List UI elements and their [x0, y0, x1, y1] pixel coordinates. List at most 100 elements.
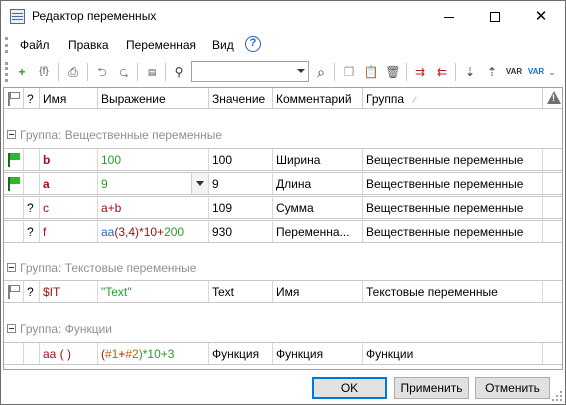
redo-icon[interactable]: ⮎: [113, 61, 135, 83]
chevron-down-icon[interactable]: [191, 173, 208, 194]
table-row[interactable]: b 100 100 Ширина Вещественные переменные: [4, 148, 562, 171]
flag-cell[interactable]: [4, 149, 24, 170]
add-function-icon[interactable]: {f}: [33, 61, 55, 83]
flag-cell[interactable]: [4, 173, 24, 194]
comment-cell[interactable]: Сумма: [273, 197, 363, 218]
ok-button[interactable]: OK: [312, 377, 387, 399]
app-table-icon: [10, 9, 25, 24]
header-flag[interactable]: [4, 88, 24, 109]
comment-cell[interactable]: Переменна...: [273, 221, 363, 242]
undo-icon[interactable]: ⮌: [91, 61, 113, 83]
table-row[interactable]: a 9 9 Длина Вещественные переменные: [4, 172, 562, 195]
flag-icon: [8, 92, 20, 106]
copy-icon[interactable]: ❐: [338, 61, 360, 83]
flag-cell[interactable]: [4, 197, 24, 218]
cancel-button[interactable]: Отменить: [475, 377, 550, 399]
header-expression[interactable]: Выражение: [98, 88, 209, 109]
collapse-icon[interactable]: [7, 263, 16, 272]
group-label: Группа: Текстовые переменные: [20, 261, 197, 275]
question-cell: ?: [24, 221, 40, 242]
name-cell[interactable]: c: [40, 197, 98, 218]
name-cell[interactable]: aa ( ): [40, 343, 98, 364]
sort-indicator-icon: ⁄: [414, 95, 416, 105]
import-icon[interactable]: ⇇: [431, 61, 453, 83]
expression-cell[interactable]: 9: [98, 173, 209, 194]
header-warning[interactable]: [543, 88, 562, 109]
warning-cell: [543, 281, 562, 302]
window-title: Редактор переменных: [32, 9, 157, 23]
menu-grip[interactable]: [5, 37, 8, 53]
maximize-button[interactable]: [472, 1, 518, 32]
group-cell[interactable]: Функции: [363, 343, 543, 364]
search-combo[interactable]: [191, 61, 309, 82]
expression-cell[interactable]: a+b: [98, 197, 209, 218]
export-icon[interactable]: ⇉: [409, 61, 431, 83]
header-value[interactable]: Значение: [209, 88, 273, 109]
close-button[interactable]: ✕: [518, 1, 564, 32]
name-cell[interactable]: $IT: [40, 281, 98, 302]
menu-variable[interactable]: Переменная: [126, 38, 196, 52]
comment-cell[interactable]: Ширина: [273, 149, 363, 170]
value-cell: 930: [209, 221, 273, 242]
sort-asc-icon[interactable]: ⇣: [459, 61, 481, 83]
table-row[interactable]: ? f aa(3,4)*10+200 930 Переменна... Веще…: [4, 220, 562, 243]
collapse-icon[interactable]: [7, 130, 16, 139]
menu-edit[interactable]: Правка: [68, 38, 109, 52]
maximize-icon: [490, 12, 500, 23]
name-cell[interactable]: f: [40, 221, 98, 242]
group-cell[interactable]: Текстовые переменные: [363, 281, 543, 302]
var-icon[interactable]: VAR: [503, 61, 525, 83]
group-header[interactable]: Группа: Текстовые переменные: [4, 257, 562, 279]
toolbar-grip[interactable]: [5, 62, 8, 82]
apply-button[interactable]: Применить: [394, 377, 469, 399]
group-header[interactable]: Группа: Функции: [4, 318, 562, 340]
name-cell[interactable]: b: [40, 149, 98, 170]
group-cell[interactable]: Вещественные переменные: [363, 197, 543, 218]
minimize-button[interactable]: [426, 1, 472, 32]
table-row[interactable]: ? c a+b 109 Сумма Вещественные переменны…: [4, 196, 562, 219]
flag-cell[interactable]: [4, 281, 24, 302]
warning-cell: [543, 173, 562, 194]
toolbar-overflow-icon[interactable]: ⌄: [545, 61, 559, 83]
value-cell: 9: [209, 173, 273, 194]
expression-cell[interactable]: aa(3,4)*10+200: [98, 221, 209, 242]
group-cell[interactable]: Вещественные переменные: [363, 173, 543, 194]
find-icon[interactable]: ⚲: [168, 61, 190, 83]
header-question[interactable]: ?: [24, 88, 40, 109]
search-icon[interactable]: ⌕: [310, 61, 332, 83]
add-variable-icon[interactable]: +: [11, 61, 33, 83]
flag-cell[interactable]: [4, 221, 24, 242]
expression-cell[interactable]: (#1+#2)*10+3: [98, 343, 209, 364]
group-cell[interactable]: Вещественные переменные: [363, 149, 543, 170]
name-cell[interactable]: a: [40, 173, 98, 194]
warning-cell: [543, 197, 562, 218]
header-group[interactable]: Группа ⁄: [363, 88, 543, 109]
group-header[interactable]: Группа: Вещественные переменные: [4, 124, 562, 146]
group-label: Группа: Вещественные переменные: [20, 128, 223, 142]
comment-cell[interactable]: Функция: [273, 343, 363, 364]
menu-file[interactable]: Файл: [20, 38, 50, 52]
group-cell[interactable]: Вещественные переменные: [363, 221, 543, 242]
print-icon[interactable]: ⎙: [62, 61, 84, 83]
header-comment[interactable]: Комментарий: [273, 88, 363, 109]
comment-cell[interactable]: Длина: [273, 173, 363, 194]
expression-param-1: #1: [105, 347, 119, 361]
collapse-icon[interactable]: [7, 324, 16, 333]
question-cell: [24, 343, 40, 364]
paste-icon[interactable]: 📋: [360, 61, 382, 83]
menu-view[interactable]: Вид: [212, 38, 234, 52]
expression-cell[interactable]: 100: [98, 149, 209, 170]
comment-cell[interactable]: Имя: [273, 281, 363, 302]
help-icon[interactable]: ?: [245, 36, 261, 52]
chevron-down-icon[interactable]: [297, 69, 305, 73]
var-check-icon[interactable]: VAR: [525, 61, 547, 83]
properties-icon[interactable]: ▤: [141, 61, 163, 83]
flag-cell[interactable]: [4, 343, 24, 364]
table-row[interactable]: ? $IT "Text" Text Имя Текстовые переменн…: [4, 280, 562, 303]
header-name[interactable]: Имя: [40, 88, 98, 109]
delete-icon[interactable]: 🗑: [382, 61, 404, 83]
expression-cell[interactable]: "Text": [98, 281, 209, 302]
sort-desc-icon[interactable]: ⇡: [481, 61, 503, 83]
table-row[interactable]: aa ( ) (#1+#2)*10+3 Функция Функция Функ…: [4, 342, 562, 365]
resize-grip-icon[interactable]: [552, 391, 562, 401]
